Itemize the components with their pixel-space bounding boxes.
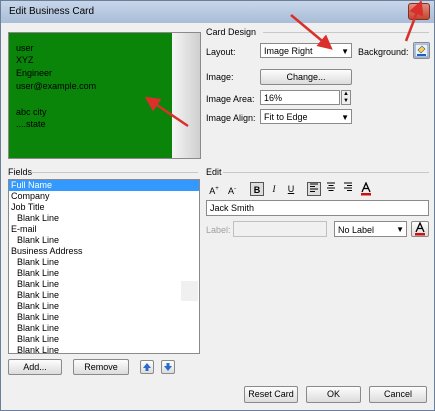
edit-business-card-dialog: Edit Business Card X user XYZ Engineer u… (0, 0, 435, 411)
arrow-to-layout (290, 14, 333, 50)
arrow-to-card (144, 96, 189, 128)
annotation-arrows (144, 1, 424, 128)
arrow-to-close (404, 1, 424, 42)
